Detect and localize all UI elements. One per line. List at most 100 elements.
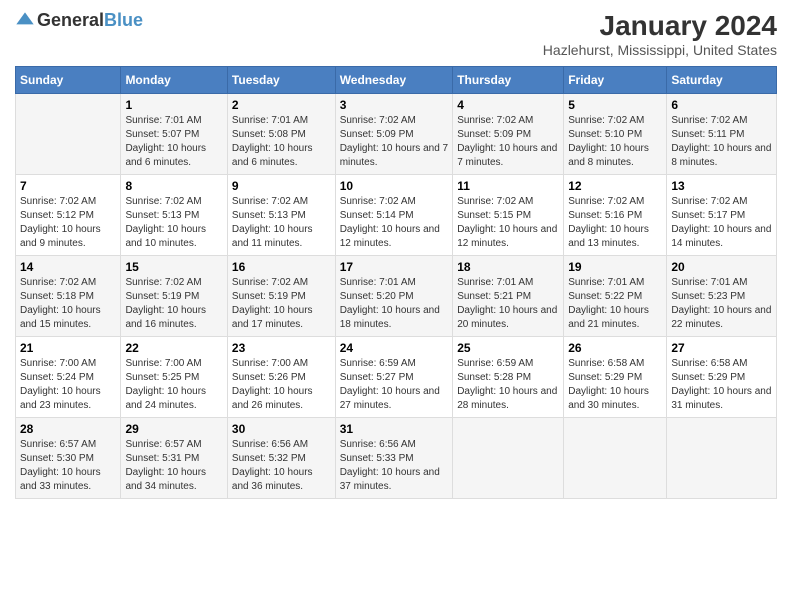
day-info: Sunrise: 7:02 AMSunset: 5:19 PMDaylight:… — [232, 276, 331, 332]
calendar-cell: 18 Sunrise: 7:01 AMSunset: 5:21 PMDayligh… — [453, 256, 564, 337]
col-wednesday: Wednesday — [335, 67, 453, 94]
calendar-table: Sunday Monday Tuesday Wednesday Thursday… — [15, 66, 777, 499]
day-info: Sunrise: 7:01 AMSunset: 5:21 PMDaylight:… — [457, 276, 559, 332]
calendar-week-4: 28Sunrise: 6:57 AMSunset: 5:30 PMDayligh… — [16, 418, 777, 499]
day-number: 31 — [340, 422, 449, 436]
calendar-cell: 11Sunrise: 7:02 AMSunset: 5:15 PMDayligh… — [453, 175, 564, 256]
day-number: 4 — [457, 98, 559, 112]
calendar-cell: 9Sunrise: 7:02 AMSunset: 5:13 PMDaylight… — [227, 175, 335, 256]
day-info: Sunrise: 7:01 AMSunset: 5:22 PMDaylight:… — [568, 276, 662, 332]
day-info: Sunrise: 7:01 AMSunset: 5:23 PMDaylight:… — [671, 276, 772, 332]
day-number: 20 — [671, 260, 772, 274]
day-number: 24 — [340, 341, 449, 355]
col-monday: Monday — [121, 67, 227, 94]
header-row: Sunday Monday Tuesday Wednesday Thursday… — [16, 67, 777, 94]
day-number: 8 — [125, 179, 222, 193]
day-number: 14 — [20, 260, 116, 274]
day-number: 15 — [125, 260, 222, 274]
calendar-cell: 25Sunrise: 6:59 AMSunset: 5:28 PMDayligh… — [453, 337, 564, 418]
day-number: 25 — [457, 341, 559, 355]
day-info: Sunrise: 7:02 AMSunset: 5:13 PMDaylight:… — [232, 195, 331, 251]
calendar-cell: 5 Sunrise: 7:02 AMSunset: 5:10 PMDaylight… — [564, 94, 667, 175]
day-info: Sunrise: 6:57 AMSunset: 5:31 PMDaylight:… — [125, 438, 222, 494]
calendar-cell — [667, 418, 777, 499]
calendar-cell: 31 Sunrise: 6:56 AMSunset: 5:33 PMDayligh… — [335, 418, 453, 499]
col-saturday: Saturday — [667, 67, 777, 94]
calendar-cell: 14 Sunrise: 7:02 AMSunset: 5:18 PMDayligh… — [16, 256, 121, 337]
calendar-cell: 19 Sunrise: 7:01 AMSunset: 5:22 PMDayligh… — [564, 256, 667, 337]
logo-icon — [15, 11, 35, 31]
calendar-cell — [564, 418, 667, 499]
page-header: GeneralBlue January 2024 Hazlehurst, Mis… — [15, 10, 777, 58]
calendar-cell — [16, 94, 121, 175]
col-tuesday: Tuesday — [227, 67, 335, 94]
logo: GeneralBlue — [15, 10, 143, 31]
day-info: Sunrise: 7:02 AMSunset: 5:16 PMDaylight:… — [568, 195, 662, 251]
calendar-week-0: 1 Sunrise: 7:01 AMSunset: 5:07 PMDaylight… — [16, 94, 777, 175]
day-info: Sunrise: 7:01 AMSunset: 5:07 PMDaylight:… — [125, 114, 222, 170]
calendar-cell: 28Sunrise: 6:57 AMSunset: 5:30 PMDayligh… — [16, 418, 121, 499]
day-number: 27 — [671, 341, 772, 355]
day-number: 30 — [232, 422, 331, 436]
day-number: 6 — [671, 98, 772, 112]
day-number: 21 — [20, 341, 116, 355]
logo-general: General — [37, 10, 104, 30]
day-number: 28 — [20, 422, 116, 436]
day-number: 23 — [232, 341, 331, 355]
calendar-cell: 2 Sunrise: 7:01 AMSunset: 5:08 PMDaylight… — [227, 94, 335, 175]
day-number: 11 — [457, 179, 559, 193]
day-info: Sunrise: 7:02 AMSunset: 5:13 PMDaylight:… — [125, 195, 222, 251]
calendar-cell: 6 Sunrise: 7:02 AMSunset: 5:11 PMDaylight… — [667, 94, 777, 175]
title-block: January 2024 Hazlehurst, Mississippi, Un… — [543, 10, 777, 58]
day-info: Sunrise: 7:02 AMSunset: 5:19 PMDaylight:… — [125, 276, 222, 332]
calendar-cell: 17 Sunrise: 7:01 AMSunset: 5:20 PMDayligh… — [335, 256, 453, 337]
calendar-cell: 26Sunrise: 6:58 AMSunset: 5:29 PMDayligh… — [564, 337, 667, 418]
calendar-body: 1 Sunrise: 7:01 AMSunset: 5:07 PMDaylight… — [16, 94, 777, 499]
day-info: Sunrise: 7:00 AMSunset: 5:26 PMDaylight:… — [232, 357, 331, 413]
calendar-cell — [453, 418, 564, 499]
calendar-cell: 12 Sunrise: 7:02 AMSunset: 5:16 PMDayligh… — [564, 175, 667, 256]
day-number: 2 — [232, 98, 331, 112]
day-number: 17 — [340, 260, 449, 274]
day-number: 13 — [671, 179, 772, 193]
day-number: 10 — [340, 179, 449, 193]
day-info: Sunrise: 7:01 AMSunset: 5:08 PMDaylight:… — [232, 114, 331, 170]
day-number: 18 — [457, 260, 559, 274]
day-number: 16 — [232, 260, 331, 274]
day-info: Sunrise: 7:00 AMSunset: 5:25 PMDaylight:… — [125, 357, 222, 413]
calendar-cell: 30 Sunrise: 6:56 AMSunset: 5:32 PMDayligh… — [227, 418, 335, 499]
day-info: Sunrise: 7:00 AMSunset: 5:24 PMDaylight:… — [20, 357, 116, 413]
day-number: 1 — [125, 98, 222, 112]
calendar-cell: 20 Sunrise: 7:01 AMSunset: 5:23 PMDayligh… — [667, 256, 777, 337]
calendar-cell: 7Sunrise: 7:02 AMSunset: 5:12 PMDaylight… — [16, 175, 121, 256]
calendar-week-1: 7Sunrise: 7:02 AMSunset: 5:12 PMDaylight… — [16, 175, 777, 256]
day-info: Sunrise: 7:02 AMSunset: 5:09 PMDaylight:… — [457, 114, 559, 170]
logo-blue: Blue — [104, 10, 143, 30]
calendar-cell: 27Sunrise: 6:58 AMSunset: 5:29 PMDayligh… — [667, 337, 777, 418]
main-title: January 2024 — [543, 10, 777, 42]
day-info: Sunrise: 7:01 AMSunset: 5:20 PMDaylight:… — [340, 276, 449, 332]
calendar-cell: 1 Sunrise: 7:01 AMSunset: 5:07 PMDaylight… — [121, 94, 227, 175]
day-info: Sunrise: 7:02 AMSunset: 5:18 PMDaylight:… — [20, 276, 116, 332]
calendar-cell: 15 Sunrise: 7:02 AMSunset: 5:19 PMDayligh… — [121, 256, 227, 337]
col-thursday: Thursday — [453, 67, 564, 94]
col-sunday: Sunday — [16, 67, 121, 94]
day-info: Sunrise: 7:02 AMSunset: 5:10 PMDaylight:… — [568, 114, 662, 170]
subtitle: Hazlehurst, Mississippi, United States — [543, 42, 777, 58]
calendar-cell: 4 Sunrise: 7:02 AMSunset: 5:09 PMDaylight… — [453, 94, 564, 175]
day-info: Sunrise: 7:02 AMSunset: 5:11 PMDaylight:… — [671, 114, 772, 170]
day-number: 12 — [568, 179, 662, 193]
day-info: Sunrise: 6:56 AMSunset: 5:33 PMDaylight:… — [340, 438, 449, 494]
col-friday: Friday — [564, 67, 667, 94]
calendar-cell: 13 Sunrise: 7:02 AMSunset: 5:17 PMDayligh… — [667, 175, 777, 256]
day-info: Sunrise: 7:02 AMSunset: 5:17 PMDaylight:… — [671, 195, 772, 251]
day-info: Sunrise: 6:58 AMSunset: 5:29 PMDaylight:… — [568, 357, 662, 413]
day-number: 3 — [340, 98, 449, 112]
calendar-cell: 3Sunrise: 7:02 AMSunset: 5:09 PMDaylight… — [335, 94, 453, 175]
day-info: Sunrise: 6:56 AMSunset: 5:32 PMDaylight:… — [232, 438, 331, 494]
day-number: 22 — [125, 341, 222, 355]
calendar-cell: 23 Sunrise: 7:00 AMSunset: 5:26 PMDayligh… — [227, 337, 335, 418]
day-info: Sunrise: 7:02 AMSunset: 5:12 PMDaylight:… — [20, 195, 116, 251]
day-number: 19 — [568, 260, 662, 274]
day-number: 5 — [568, 98, 662, 112]
